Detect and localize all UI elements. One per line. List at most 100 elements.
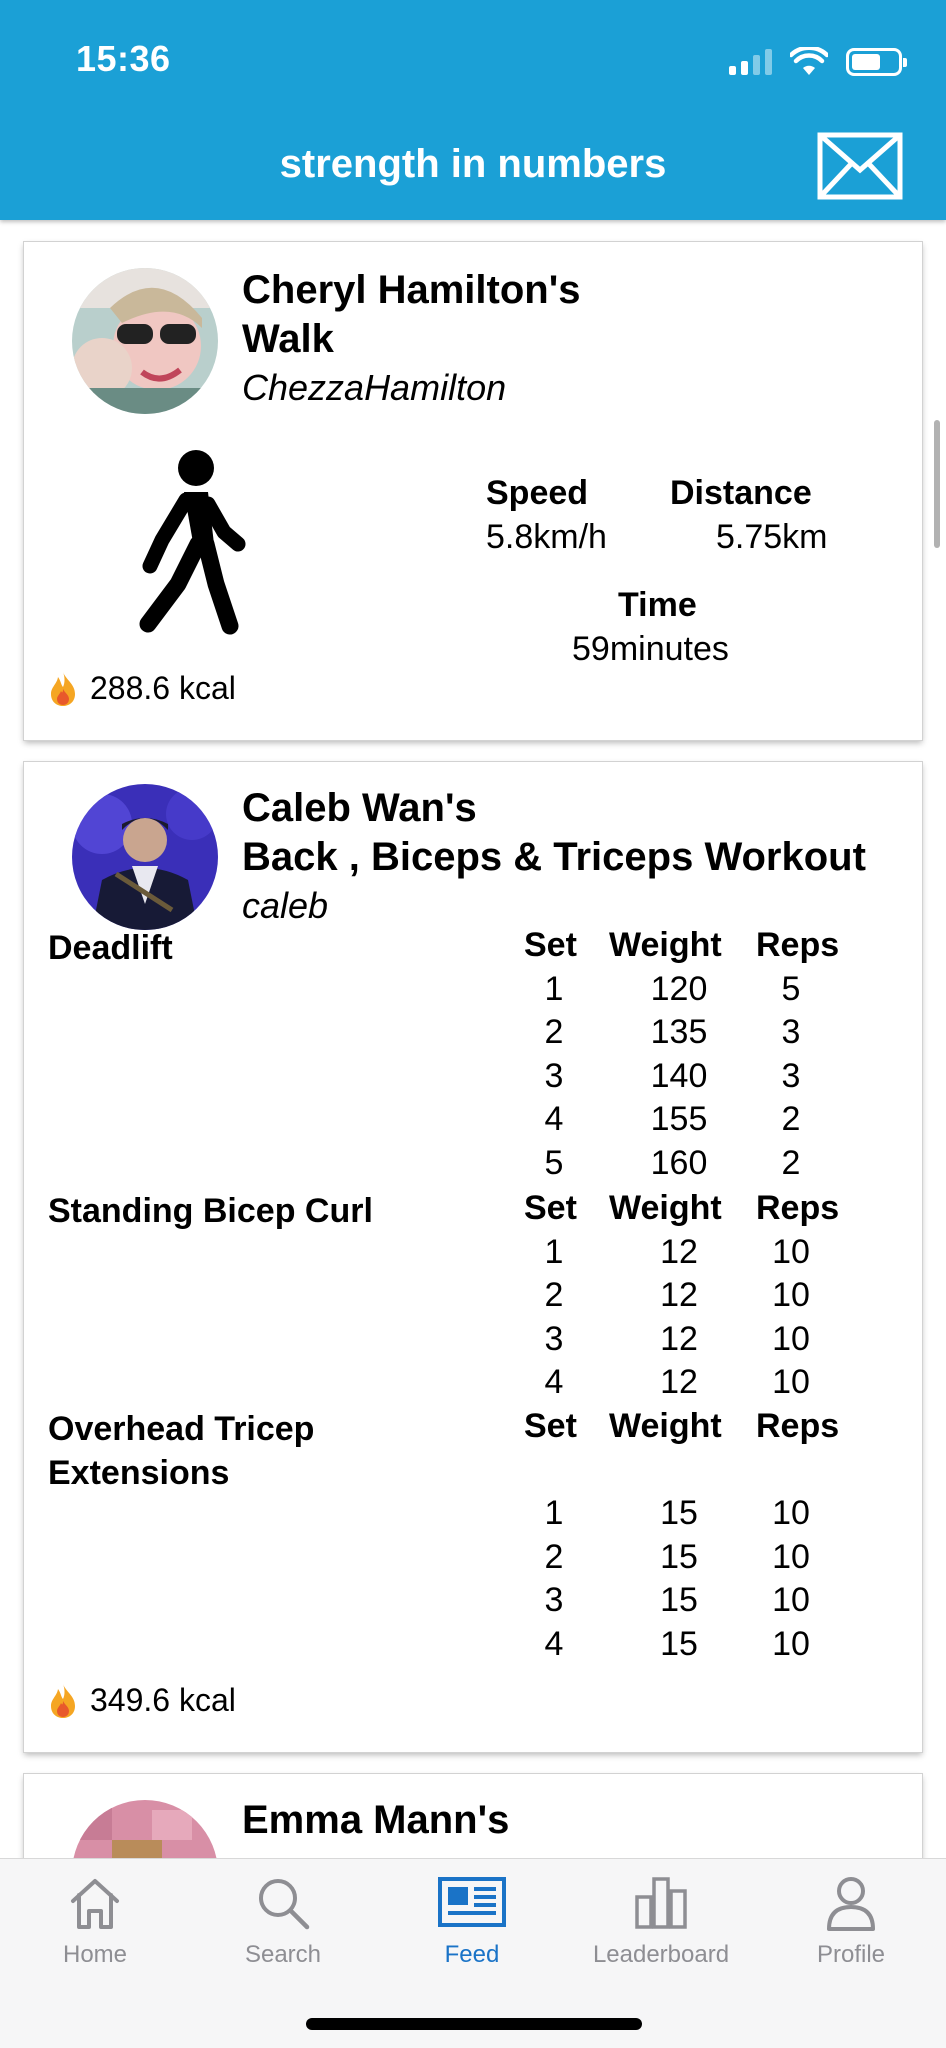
- post-title-block: Caleb Wan's Back , Biceps & Triceps Work…: [242, 784, 866, 930]
- column-header-set: Set: [524, 926, 577, 964]
- tab-leaderboard[interactable]: Leaderboard: [566, 1873, 756, 1969]
- speed-label: Speed: [486, 474, 589, 512]
- table-cell-weight: 155: [650, 1100, 708, 1138]
- tab-label: Home: [62, 1941, 128, 1968]
- table-cell-set: 4: [544, 1363, 564, 1401]
- table-cell-weight: 140: [650, 1056, 708, 1095]
- status-icons: [729, 44, 907, 80]
- post-card[interactable]: Caleb Wan's Back , Biceps & Triceps Work…: [24, 762, 922, 1752]
- post-card[interactable]: Cheryl Hamilton's Walk ChezzaHamilton Sp…: [24, 242, 922, 740]
- table-cell-set: 2: [544, 1537, 564, 1576]
- table-cell-weight: 160: [650, 1143, 708, 1182]
- post-title-line: Emma Mann's: [242, 1798, 510, 1842]
- table-cell-reps: 10: [772, 1319, 810, 1358]
- column-header-set: Set: [524, 1407, 577, 1445]
- table-cell-set: 5: [544, 1143, 564, 1182]
- post-title-line: Caleb Wan's: [242, 786, 477, 830]
- table-cell-set: 4: [544, 1100, 564, 1138]
- post-card[interactable]: Emma Mann's: [24, 1774, 922, 1858]
- post-title-block: Cheryl Hamilton's Walk ChezzaHamilton: [242, 266, 580, 412]
- table-cell-set: 2: [544, 1013, 564, 1051]
- table-cell-set: 3: [544, 1319, 564, 1358]
- table-cell-set: 2: [544, 1276, 564, 1314]
- table-cell-weight: 120: [650, 969, 708, 1008]
- table-cell-weight: 12: [660, 1232, 698, 1271]
- walking-person-icon: [139, 450, 246, 635]
- exercise-name: Standing Bicep Curl: [48, 1192, 373, 1230]
- tab-feed[interactable]: Feed: [377, 1873, 567, 1969]
- table-cell-reps: 10: [772, 1537, 810, 1576]
- column-header-weight: Weight: [609, 1189, 722, 1227]
- search-icon: [259, 1879, 310, 1930]
- tab-search[interactable]: Search: [188, 1873, 378, 1969]
- post-username[interactable]: caleb: [242, 882, 866, 930]
- distance-label: Distance: [670, 474, 812, 512]
- time-label: Time: [618, 586, 697, 624]
- table-cell-weight: 12: [660, 1319, 698, 1358]
- scrollbar[interactable]: [934, 420, 940, 548]
- flame-icon: [51, 671, 75, 706]
- post-username[interactable]: ChezzaHamilton: [242, 364, 580, 412]
- tab-label: Leaderboard: [592, 1941, 730, 1968]
- table-cell-weight: 135: [650, 1013, 708, 1051]
- table-cell-reps: 10: [772, 1232, 810, 1271]
- bar-chart-icon: [635, 1877, 687, 1929]
- column-header-set: Set: [524, 1189, 577, 1227]
- calories: 288.6 kcal: [48, 670, 236, 707]
- table-cell-reps: 5: [781, 969, 801, 1008]
- flame-icon: [51, 1683, 75, 1718]
- table-cell-reps: 10: [772, 1494, 810, 1532]
- table-cell-reps: 10: [772, 1276, 810, 1314]
- column-header-reps: Reps: [756, 1407, 840, 1445]
- wifi-icon: [790, 47, 828, 75]
- table-cell-weight: 12: [660, 1363, 698, 1401]
- table-cell-reps: 2: [781, 1143, 801, 1182]
- table-cell-reps: 3: [781, 1013, 801, 1051]
- tab-label: Feed: [444, 1941, 500, 1968]
- tab-label: Profile: [816, 1941, 886, 1968]
- table-cell-reps: 2: [781, 1100, 801, 1138]
- battery-icon: [846, 48, 907, 76]
- table-cell-set: 3: [544, 1581, 564, 1619]
- app-title: strength in numbers: [279, 142, 667, 186]
- table-cell-weight: 15: [660, 1624, 698, 1663]
- post-title-line: Back , Biceps & Triceps Workout: [242, 835, 866, 879]
- post-title-line: Cheryl Hamilton's: [242, 268, 581, 312]
- table-cell-set: 1: [544, 1494, 564, 1532]
- distance-value: 5.75km: [716, 518, 828, 556]
- tab-label: Search: [244, 1941, 322, 1968]
- table-cell-weight: 15: [660, 1581, 698, 1619]
- avatar[interactable]: [72, 268, 218, 414]
- app-header: 15:36 strength in numbers: [0, 0, 946, 220]
- table-cell-weight: 15: [660, 1494, 698, 1532]
- calories-value: 288.6 kcal: [90, 670, 236, 706]
- post-title-line: Walk: [242, 317, 334, 361]
- table-cell-weight: 15: [660, 1537, 698, 1576]
- column-header-reps: Reps: [756, 926, 840, 964]
- table-cell-reps: 10: [772, 1363, 810, 1401]
- table-cell-weight: 12: [660, 1276, 698, 1314]
- exercise-name: Overhead Tricep Extensions: [48, 1410, 315, 1492]
- person-icon: [827, 1877, 875, 1931]
- time-value: 59minutes: [572, 630, 729, 668]
- column-header-weight: Weight: [609, 926, 722, 964]
- table-cell-reps: 10: [772, 1624, 810, 1663]
- mail-icon[interactable]: [817, 132, 903, 200]
- tab-home[interactable]: Home: [0, 1873, 190, 1969]
- newspaper-icon: [438, 1877, 506, 1927]
- avatar[interactable]: [72, 784, 218, 930]
- status-time: 15:36: [76, 38, 171, 79]
- column-header-reps: Reps: [756, 1189, 840, 1227]
- feed-list[interactable]: Cheryl Hamilton's Walk ChezzaHamilton Sp…: [0, 220, 946, 1858]
- table-cell-reps: 10: [772, 1581, 810, 1619]
- cellular-signal-icon: [729, 49, 772, 75]
- post-title-block: Emma Mann's: [242, 1796, 509, 1845]
- tab-profile[interactable]: Profile: [756, 1873, 946, 1969]
- table-cell-reps: 3: [781, 1056, 801, 1095]
- table-cell-set: 3: [544, 1056, 564, 1095]
- avatar[interactable]: [72, 1800, 218, 1858]
- calories-value: 349.6 kcal: [90, 1682, 236, 1718]
- table-cell-set: 4: [544, 1624, 564, 1663]
- calories: 349.6 kcal: [48, 1682, 236, 1719]
- speed-value: 5.8km/h: [486, 518, 607, 556]
